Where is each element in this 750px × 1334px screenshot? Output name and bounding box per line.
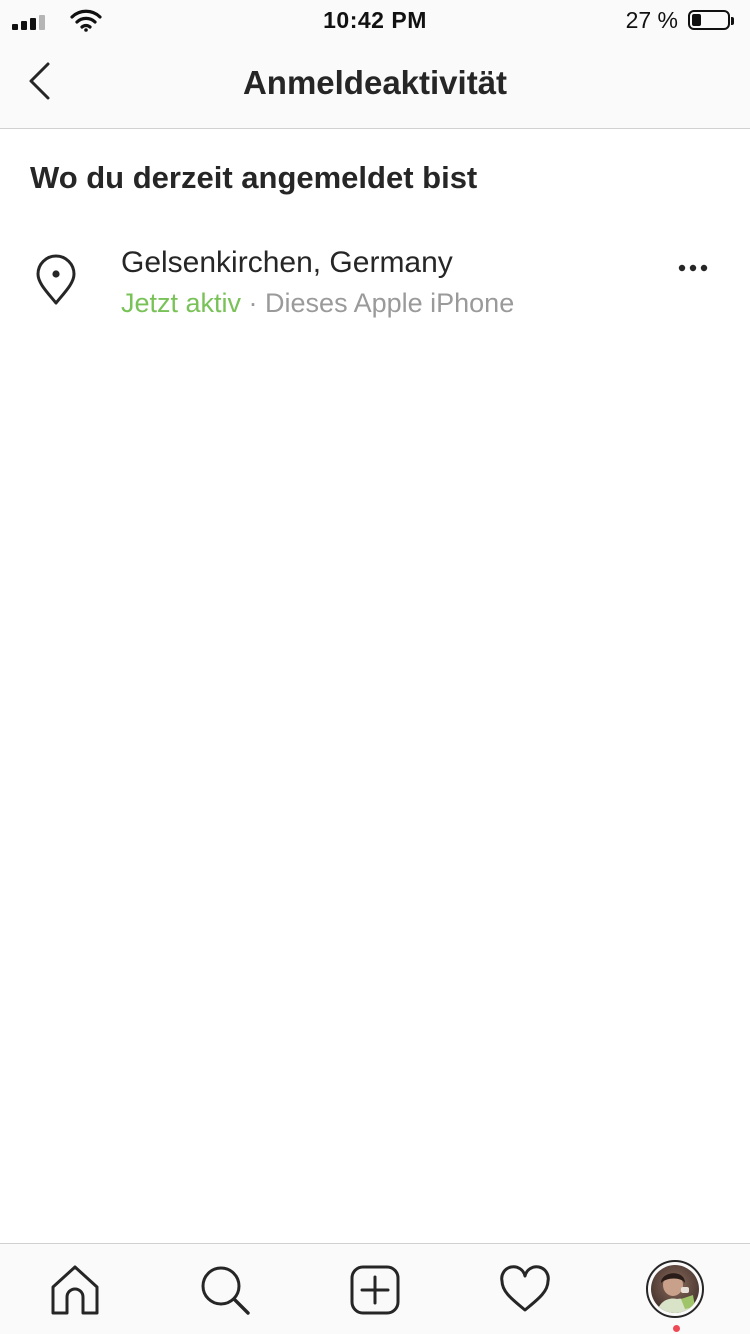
session-device: Dieses Apple iPhone [265,288,515,318]
battery-level [692,14,701,26]
battery-icon [688,10,736,32]
session-separator: · [241,288,266,318]
heart-icon [500,1265,550,1312]
search-icon [201,1266,250,1315]
more-options-button[interactable] [668,254,718,282]
session-meta: Jetzt aktiv · Dieses Apple iPhone [121,288,514,319]
ellipsis-icon [678,264,708,272]
tab-search[interactable] [197,1262,253,1318]
session-location: Gelsenkirchen, Germany [121,246,453,279]
session-status: Jetzt aktiv [121,288,242,318]
map-pin-icon [36,254,76,305]
section-heading: Wo du derzeit angemeldet bist [30,160,478,195]
tab-home[interactable] [47,1262,103,1318]
battery-percentage: 27 % [625,7,678,33]
status-bar: 10:42 PM 27 % [0,0,750,40]
home-icon [51,1265,99,1315]
session-list-item[interactable]: Gelsenkirchen, Germany Jetzt aktiv · Die… [0,230,750,330]
notification-dot [673,1325,680,1332]
page-title: Anmeldeaktivität [242,64,508,101]
navigation-bar: Anmeldeaktivität [0,40,750,129]
avatar [651,1265,699,1313]
plus-square-icon [350,1265,400,1315]
tab-profile[interactable] [646,1260,704,1332]
tab-bar [0,1243,750,1334]
tab-activity[interactable] [497,1262,553,1318]
tab-create[interactable] [347,1262,403,1318]
